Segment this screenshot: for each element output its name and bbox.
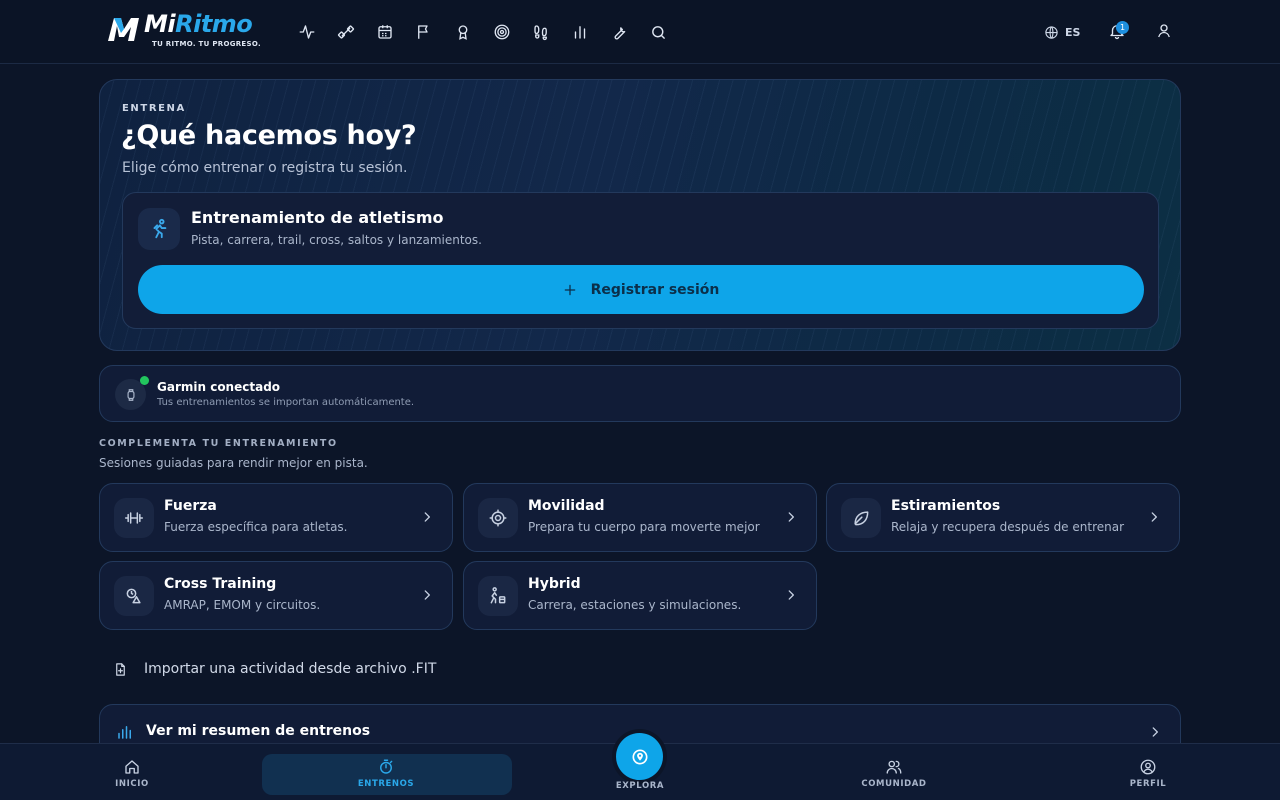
file-plus-icon bbox=[116, 662, 125, 676]
tile-subtitle: Prepara tu cuerpo para moverte mejor bbox=[528, 520, 760, 534]
tile-title: Hybrid bbox=[528, 576, 581, 592]
explore-label: EXPLORA bbox=[615, 781, 665, 791]
tile-title: Cross Training bbox=[164, 576, 277, 592]
leaf-icon bbox=[841, 498, 881, 538]
dumbbell-icon[interactable] bbox=[336, 22, 356, 42]
map-pin-icon bbox=[632, 749, 647, 764]
shapes-icon bbox=[114, 576, 154, 616]
flag-icon[interactable] bbox=[414, 22, 434, 42]
user-icon bbox=[1158, 24, 1170, 38]
explore-fab-button[interactable] bbox=[616, 733, 663, 780]
chevron-right-icon bbox=[788, 512, 794, 522]
logo-m-icon bbox=[108, 18, 139, 41]
bar-chart-icon bbox=[118, 726, 131, 739]
training-summary-label: Ver mi resumen de entrenos bbox=[146, 723, 371, 739]
bottom-tab-entrenos[interactable]: ENTRENOS bbox=[346, 744, 426, 800]
brand-tagline: TU RITMO. TU PROGRESO. bbox=[152, 40, 261, 48]
page-title: ¿Qué hacemos hoy? bbox=[121, 120, 417, 151]
activity-icon[interactable] bbox=[297, 22, 317, 42]
dumbbell-icon bbox=[114, 498, 154, 538]
chevron-right-icon bbox=[788, 590, 794, 600]
athletics-training-card[interactable]: Entrenamiento de atletismo Pista, carrer… bbox=[122, 192, 1159, 329]
user-circle-icon bbox=[1140, 759, 1156, 775]
medal-icon[interactable] bbox=[453, 22, 473, 42]
brand-logo[interactable]: MiRitmo TU RITMO. TU PROGRESO. bbox=[106, 10, 266, 52]
bottom-tab-comunidad[interactable]: COMUNIDAD bbox=[854, 744, 934, 800]
tile-title: Estiramientos bbox=[891, 498, 1001, 514]
athletics-card-title: Entrenamiento de atletismo bbox=[191, 208, 444, 227]
tile-cross-training[interactable]: Cross Training AMRAP, EMOM y circuitos. bbox=[99, 561, 453, 630]
search-icon[interactable] bbox=[648, 22, 668, 42]
tile-fuerza[interactable]: Fuerza Fuerza específica para atletas. bbox=[99, 483, 453, 552]
language-code: ES bbox=[1065, 25, 1081, 39]
target-icon[interactable] bbox=[492, 22, 512, 42]
tile-subtitle: AMRAP, EMOM y circuitos. bbox=[164, 598, 321, 612]
bottom-tab-label: PERFIL bbox=[1129, 779, 1167, 789]
bottom-tab-inicio[interactable]: INICIO bbox=[102, 744, 162, 800]
hero-subtitle: Elige cómo entrenar o registra tu sesión… bbox=[122, 160, 408, 176]
tile-subtitle: Carrera, estaciones y simulaciones. bbox=[528, 598, 742, 612]
import-fit-label: Importar una actividad desde archivo .FI… bbox=[144, 661, 437, 677]
garmin-status-card: Garmin conectado Tus entrenamientos se i… bbox=[99, 365, 1181, 422]
chevron-right-icon bbox=[1151, 512, 1157, 522]
chevron-right-icon bbox=[1152, 727, 1158, 737]
users-icon bbox=[886, 760, 902, 774]
home-icon bbox=[125, 760, 139, 774]
bottom-tab-label: INICIO bbox=[115, 779, 149, 789]
tile-subtitle: Relaja y recupera después de entrenar bbox=[891, 520, 1125, 534]
bottom-tab-label: ENTRENOS bbox=[357, 779, 415, 789]
bottom-tab-label: COMUNIDAD bbox=[861, 779, 927, 789]
athletics-card-subtitle: Pista, carrera, trail, cross, saltos y l… bbox=[191, 233, 482, 247]
complement-eyebrow: COMPLEMENTA TU ENTRENAMIENTO bbox=[99, 438, 338, 449]
language-selector[interactable]: ES bbox=[1044, 23, 1080, 41]
chevron-right-icon bbox=[424, 512, 430, 522]
garmin-title: Garmin conectado bbox=[157, 380, 281, 394]
train-hero-panel: ENTRENA ¿Qué hacemos hoy? Elige cómo ent… bbox=[99, 79, 1181, 351]
plus-icon bbox=[564, 284, 575, 295]
tile-movilidad[interactable]: Movilidad Prepara tu cuerpo para moverte… bbox=[463, 483, 817, 552]
globe-icon bbox=[1045, 25, 1058, 39]
bar-chart-icon[interactable] bbox=[570, 22, 590, 42]
runner-icon bbox=[138, 208, 180, 250]
chevron-right-icon bbox=[424, 590, 430, 600]
hero-eyebrow: ENTRENA bbox=[122, 103, 186, 114]
runner-station-icon bbox=[478, 576, 518, 616]
complement-subtitle: Sesiones guiadas para rendir mejor en pi… bbox=[99, 456, 368, 470]
crosshair-icon bbox=[478, 498, 518, 538]
wrench-icon[interactable] bbox=[609, 22, 629, 42]
register-session-button[interactable]: Registrar sesión bbox=[138, 265, 1144, 314]
garmin-subtitle: Tus entrenamientos se importan automátic… bbox=[157, 397, 415, 408]
import-fit-link[interactable]: Importar una actividad desde archivo .FI… bbox=[113, 658, 436, 680]
register-session-label: Registrar sesión bbox=[590, 281, 720, 298]
tile-hybrid[interactable]: Hybrid Carrera, estaciones y simulacione… bbox=[463, 561, 817, 630]
tile-title: Movilidad bbox=[528, 498, 605, 514]
connected-status-dot bbox=[140, 376, 149, 385]
notifications-badge: 1 bbox=[1116, 21, 1129, 34]
bottom-tab-perfil[interactable]: PERFIL bbox=[1118, 744, 1178, 800]
stopwatch-icon bbox=[380, 759, 393, 774]
account-button[interactable] bbox=[1155, 22, 1175, 42]
tile-subtitle: Fuerza específica para atletas. bbox=[164, 520, 348, 534]
tile-title: Fuerza bbox=[164, 498, 217, 514]
top-navigation-bar: MiRitmo TU RITMO. TU PROGRESO. ES 1 bbox=[0, 0, 1280, 64]
calendar-icon[interactable] bbox=[375, 22, 395, 42]
tile-estiramientos[interactable]: Estiramientos Relaja y recupera después … bbox=[826, 483, 1180, 552]
brand-name: MiRitmo bbox=[144, 10, 253, 38]
footprints-icon[interactable] bbox=[531, 22, 551, 42]
